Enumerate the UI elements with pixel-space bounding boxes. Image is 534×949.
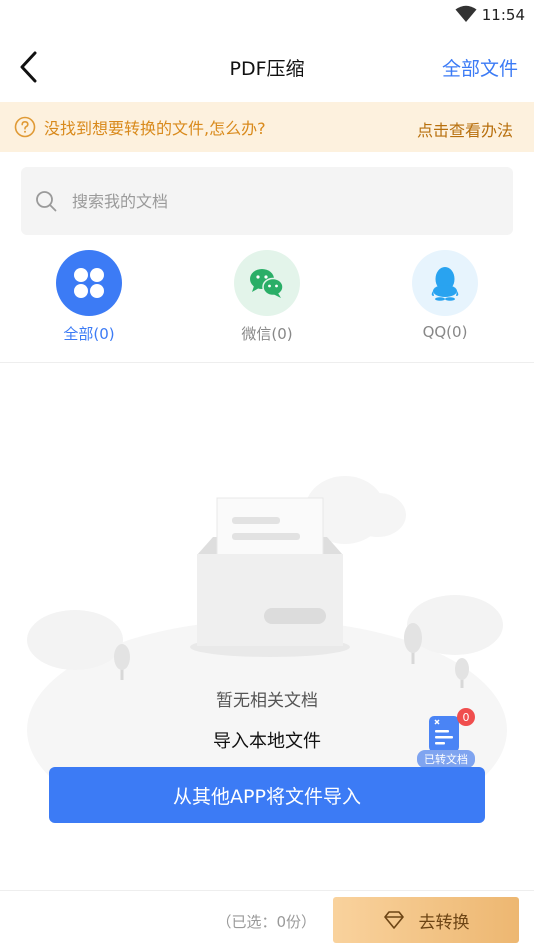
selected-count: （已选：0份） — [216, 913, 316, 931]
search-input[interactable] — [72, 191, 452, 211]
converted-documents-button[interactable]: 0 已转文档 — [417, 708, 475, 770]
status-bar: 11:54 — [0, 0, 534, 30]
search-bar[interactable] — [21, 167, 513, 235]
converted-documents-label: 已转文档 — [417, 750, 475, 768]
wechat-icon — [234, 250, 300, 316]
back-arrow-icon — [20, 51, 37, 83]
status-time: 11:54 — [481, 6, 525, 24]
back-button[interactable] — [14, 50, 44, 84]
tab-all-label: 全部(0) — [63, 325, 115, 343]
search-icon — [36, 191, 57, 212]
all-files-link[interactable]: 全部文件 — [442, 54, 518, 81]
tab-all[interactable]: 全部(0) — [29, 250, 149, 344]
convert-button-label: 去转换 — [418, 912, 470, 933]
question-circle-icon — [14, 116, 36, 138]
convert-button[interactable]: 去转换 — [333, 897, 519, 943]
view-solution-link[interactable]: 点击查看办法 — [417, 117, 513, 141]
page-title: PDF压缩 — [229, 58, 305, 80]
tab-wechat-label: 微信(0) — [241, 325, 293, 343]
qq-icon — [412, 250, 478, 316]
import-from-other-app-button[interactable]: 从其他APP将文件导入 — [49, 767, 485, 823]
wifi-icon — [455, 5, 477, 22]
help-notice-banner[interactable]: 没找到想要转换的文件,怎么办? 点击查看办法 — [0, 102, 534, 152]
tab-wechat[interactable]: 微信(0) — [207, 250, 327, 344]
bottom-bar: （已选：0份） 去转换 — [0, 890, 534, 949]
all-files-icon — [56, 250, 122, 316]
notice-text: 没找到想要转换的文件,怎么办? — [44, 119, 266, 138]
import-local-files-link[interactable]: 导入本地文件 — [213, 731, 321, 752]
tab-qq-label: QQ(0) — [422, 323, 468, 341]
converted-count-badge: 0 — [457, 708, 475, 726]
navigation-bar: PDF压缩 全部文件 — [0, 30, 534, 102]
tab-qq[interactable]: QQ(0) — [385, 250, 505, 341]
diamond-icon — [383, 911, 404, 929]
divider — [0, 362, 534, 363]
